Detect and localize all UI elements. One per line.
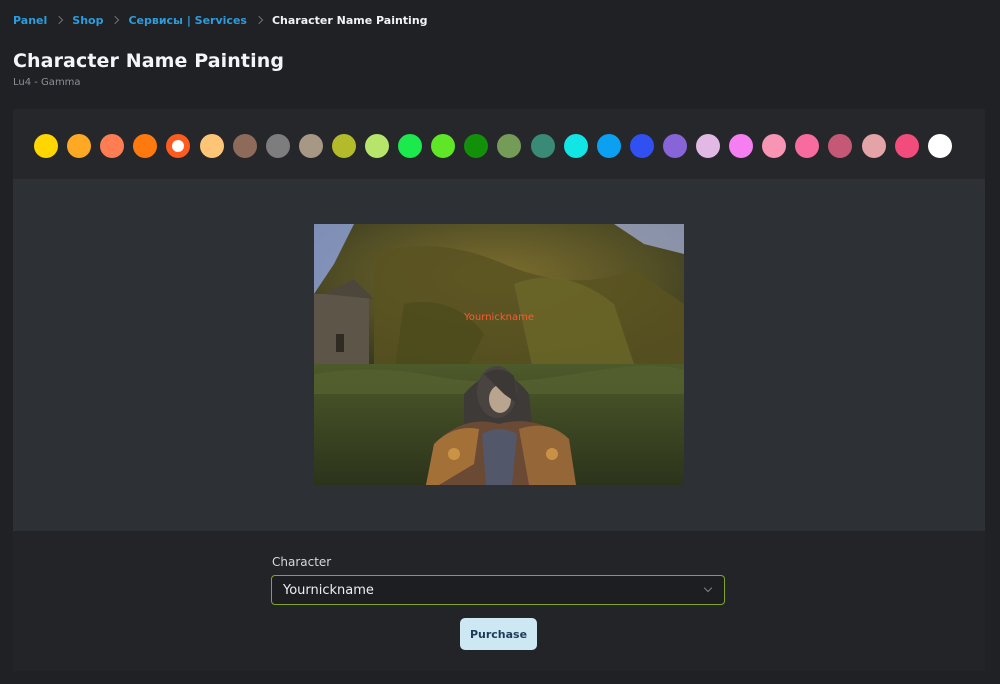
color-swatch[interactable] — [564, 134, 588, 158]
color-swatch[interactable] — [795, 134, 819, 158]
page-title: Character Name Painting — [13, 50, 285, 72]
color-swatch[interactable] — [895, 134, 919, 158]
game-scene-illustration — [314, 224, 684, 485]
color-swatch[interactable] — [696, 134, 720, 158]
character-label: Character — [272, 555, 332, 569]
color-swatch[interactable] — [266, 134, 290, 158]
color-swatch[interactable] — [663, 134, 687, 158]
color-swatch[interactable] — [531, 134, 555, 158]
name-painting-card: Yournickname Character Yournickname Purc… — [13, 109, 985, 671]
character-preview-image: Yournickname — [314, 224, 684, 485]
chevron-right-icon — [253, 13, 267, 27]
color-swatch[interactable] — [365, 134, 389, 158]
color-swatch[interactable] — [67, 134, 91, 158]
color-swatch[interactable] — [200, 134, 224, 158]
purchase-form: Character Yournickname Purchase — [13, 531, 985, 671]
color-swatch[interactable] — [928, 134, 952, 158]
color-swatch[interactable] — [398, 134, 422, 158]
color-swatch[interactable] — [166, 134, 190, 158]
chevron-right-icon — [109, 13, 123, 27]
purchase-button[interactable]: Purchase — [460, 618, 537, 650]
preview-area: Yournickname — [13, 179, 985, 531]
breadcrumb-link-panel[interactable]: Panel — [13, 14, 47, 27]
character-select-value: Yournickname — [283, 583, 374, 598]
chevron-down-icon — [704, 585, 712, 593]
breadcrumb-link-shop[interactable]: Shop — [72, 14, 103, 27]
color-swatch[interactable] — [233, 134, 257, 158]
character-select[interactable]: Yournickname — [271, 575, 725, 605]
color-palette — [13, 109, 985, 179]
color-swatch[interactable] — [828, 134, 852, 158]
color-swatch[interactable] — [729, 134, 753, 158]
color-swatch[interactable] — [100, 134, 124, 158]
page-subtitle: Lu4 - Gamma — [13, 77, 81, 88]
preview-nickname: Yournickname — [464, 312, 534, 323]
breadcrumb: Panel Shop Сервисы | Services Character … — [13, 12, 428, 28]
breadcrumb-link-services[interactable]: Сервисы | Services — [128, 14, 247, 27]
color-swatch[interactable] — [34, 134, 58, 158]
color-swatch[interactable] — [630, 134, 654, 158]
color-swatch[interactable] — [431, 134, 455, 158]
color-swatch[interactable] — [497, 134, 521, 158]
color-swatch[interactable] — [862, 134, 886, 158]
color-swatch[interactable] — [332, 134, 356, 158]
color-swatch[interactable] — [597, 134, 621, 158]
color-swatch[interactable] — [299, 134, 323, 158]
page: Panel Shop Сервисы | Services Character … — [0, 0, 1000, 684]
chevron-right-icon — [53, 13, 67, 27]
color-swatch[interactable] — [133, 134, 157, 158]
color-swatch[interactable] — [464, 134, 488, 158]
color-swatch[interactable] — [762, 134, 786, 158]
breadcrumb-current: Character Name Painting — [271, 13, 428, 27]
